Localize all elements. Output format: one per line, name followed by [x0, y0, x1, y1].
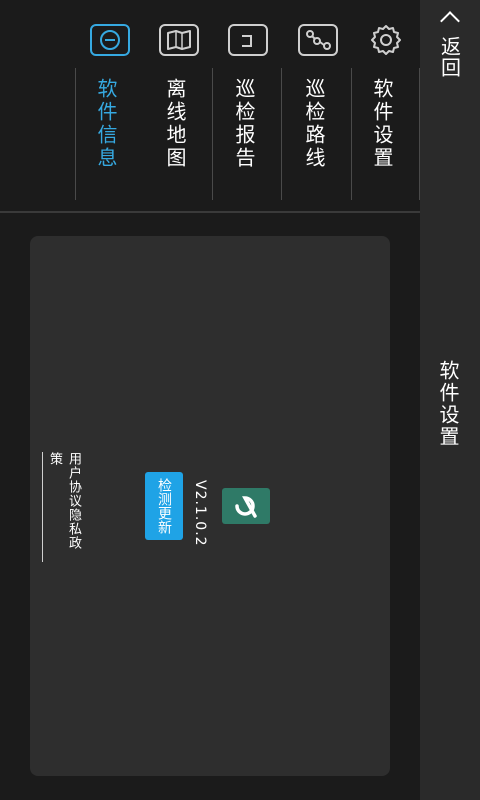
tab-label: 巡检报告 — [232, 78, 256, 170]
tab-label: 离线地图 — [163, 78, 187, 170]
tab-separator — [281, 68, 282, 200]
user-agreement-link[interactable]: 用户协议 — [66, 452, 81, 508]
tab-software-info[interactable]: 软件信息 — [75, 20, 144, 210]
tab-inspection-report[interactable]: 巡检报告 — [214, 20, 282, 210]
policy-links: 用户协议隐私政策 — [42, 452, 83, 562]
tab-label: 巡检路线 — [302, 78, 326, 170]
tabs-divider — [0, 211, 420, 213]
tab-separator — [212, 68, 213, 200]
tab-label: 软件设置 — [370, 78, 394, 170]
check-update-label: 检测更新 — [156, 478, 172, 534]
tab-offline-map[interactable]: 离线地图 — [145, 20, 213, 210]
software-info-card: V2.1.0.2 检测更新 用户协议隐私政策 — [30, 236, 390, 776]
app-logo — [222, 488, 270, 524]
page-title: 软件设置 — [436, 360, 460, 448]
back-button[interactable]: 返回 — [430, 8, 470, 80]
route-icon — [298, 24, 338, 56]
map-book-icon — [159, 24, 199, 56]
tab-label: 软件信息 — [94, 78, 118, 170]
tab-separator — [351, 68, 352, 200]
report-icon — [228, 24, 268, 56]
back-label: 返回 — [437, 36, 462, 78]
check-update-button[interactable]: 检测更新 — [145, 472, 183, 540]
chevron-left-icon — [440, 11, 460, 31]
tab-bar: 软件设置 巡检路线 巡检报告 离线地图 软件信息 — [0, 0, 420, 213]
header-rail: 返回 软件设置 — [420, 0, 480, 800]
info-icon — [90, 24, 130, 56]
tab-separator — [75, 68, 76, 200]
tab-separator — [419, 68, 420, 200]
tab-software-settings[interactable]: 软件设置 — [352, 20, 420, 210]
version-text: V2.1.0.2 — [192, 480, 208, 547]
gear-icon — [366, 24, 406, 56]
tab-inspection-route[interactable]: 巡检路线 — [284, 20, 352, 210]
